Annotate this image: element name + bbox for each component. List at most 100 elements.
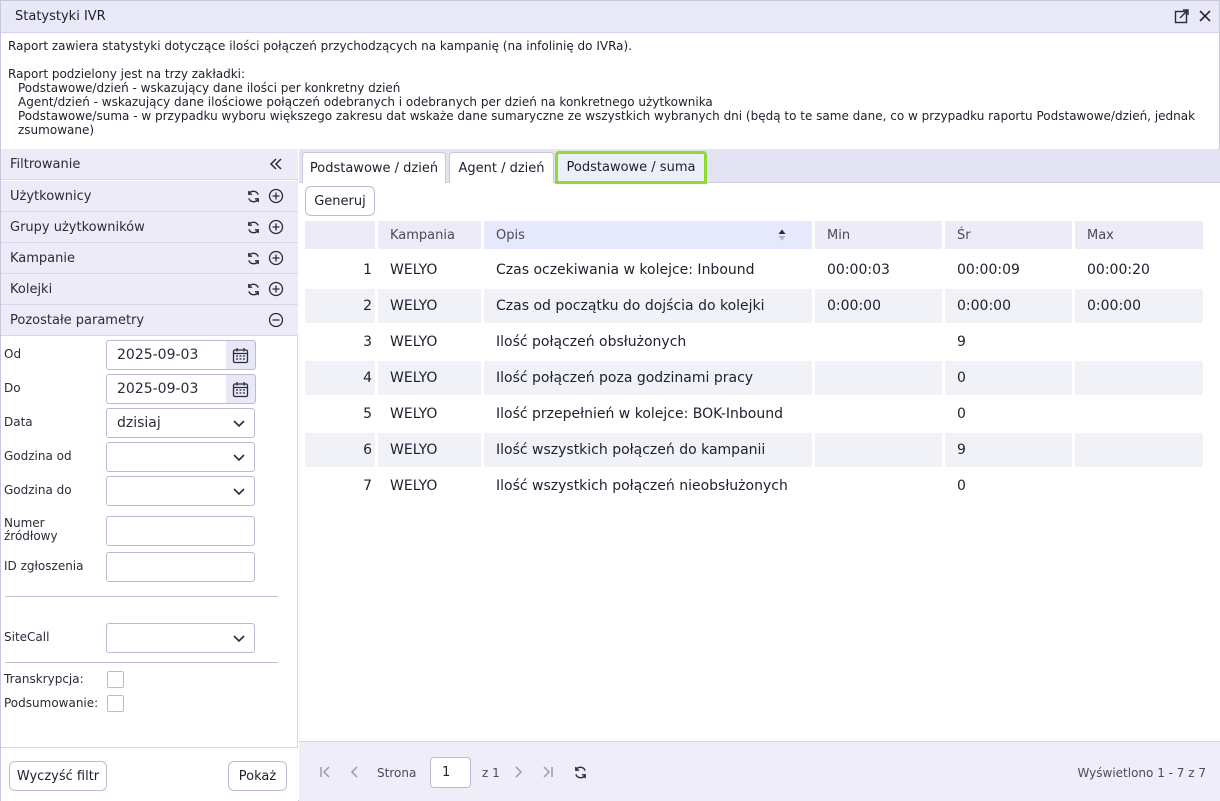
table-row[interactable]: 4 WELYO Ilość połączeń poza godzinami pr…: [305, 361, 1203, 395]
column-header-max[interactable]: Max: [1075, 221, 1203, 249]
add-circle-icon[interactable]: [267, 280, 285, 298]
report-content: Podstawowe / dzień Agent / dzień Podstaw…: [299, 149, 1220, 801]
hour-from-label: Godzina od: [4, 449, 72, 463]
cell-max: [1075, 469, 1203, 503]
section-label: Użytkownicy: [10, 189, 92, 204]
filter-section-queues[interactable]: Kolejki: [1, 274, 298, 305]
date-preset-select[interactable]: dzisiaj: [106, 408, 255, 438]
description-line: Raport podzielony jest na trzy zakładki:: [8, 67, 246, 81]
section-label: Kolejki: [10, 282, 53, 297]
refresh-icon[interactable]: [244, 249, 262, 267]
description-line: Podstawowe/suma - w przypadku wyboru wię…: [18, 109, 1196, 123]
chevron-down-icon: [232, 416, 246, 434]
add-circle-icon[interactable]: [267, 187, 285, 205]
section-label: Grupy użytkowników: [10, 220, 145, 235]
tab-strip: Podstawowe / dzień Agent / dzień Podstaw…: [299, 149, 1220, 184]
refresh-icon[interactable]: [244, 187, 262, 205]
pagination-bar: Strona 1 z 1 Wyświetlono 1 - 7 z 7: [299, 741, 1220, 801]
chevron-down-icon: [232, 450, 246, 468]
filter-header: Filtrowanie: [1, 149, 298, 180]
cell-description: Ilość wszystkich połączeń nieobsłużonych: [496, 478, 788, 494]
cell-index: 3: [363, 334, 372, 350]
divider: [5, 596, 278, 597]
title-bar: Statystyki IVR: [1, 1, 1219, 33]
filter-section-user-groups[interactable]: Grupy użytkowników: [1, 212, 298, 243]
page-number-input[interactable]: 1: [430, 757, 471, 788]
cell-description: Ilość przepełnień w kolejce: BOK-Inbound: [496, 406, 783, 422]
chevron-down-icon: [232, 631, 246, 649]
records-summary: Wyświetlono 1 - 7 z 7: [1077, 766, 1206, 780]
column-header-campaign[interactable]: Kampania: [378, 221, 481, 249]
cell-max: [1075, 397, 1203, 431]
date-to-label: Do: [4, 381, 21, 395]
column-header-min[interactable]: Min: [815, 221, 942, 249]
refresh-icon[interactable]: [244, 280, 262, 298]
divider: [5, 662, 278, 663]
cell-campaign: WELYO: [390, 478, 438, 494]
page-count-label: z 1: [482, 766, 500, 780]
tab-agent-per-day[interactable]: Agent / dzień: [449, 152, 554, 183]
summary-checkbox[interactable]: [107, 695, 124, 712]
first-page-icon[interactable]: [316, 763, 334, 781]
hour-from-select[interactable]: [106, 442, 255, 472]
filter-section-users[interactable]: Użytkownicy: [1, 181, 298, 212]
cell-index: 7: [363, 478, 372, 494]
column-header-description[interactable]: Opis: [484, 221, 812, 249]
date-to-input[interactable]: 2025-09-03: [106, 374, 227, 404]
table-row[interactable]: 5 WELYO Ilość przepełnień w kolejce: BOK…: [305, 397, 1203, 431]
section-label: Pozostałe parametry: [10, 313, 145, 328]
clear-filter-button[interactable]: Wyczyść filtr: [9, 761, 107, 791]
calendar-icon[interactable]: [226, 340, 256, 370]
close-icon[interactable]: [1196, 7, 1214, 25]
filter-section-campaigns[interactable]: Kampanie: [1, 243, 298, 274]
table-row[interactable]: 3 WELYO Ilość połączeń obsłużonych 9: [305, 325, 1203, 359]
page-label: Strona: [377, 766, 417, 780]
report-description: Raport zawiera statystyki dotyczące iloś…: [8, 39, 1208, 137]
refresh-icon[interactable]: [244, 218, 262, 236]
next-page-icon[interactable]: [509, 763, 527, 781]
summary-label: Podsumowanie:: [4, 696, 99, 710]
last-page-icon[interactable]: [539, 763, 557, 781]
cell-index: 4: [305, 361, 375, 395]
cell-min: [815, 361, 942, 395]
column-header-label: Opis: [496, 228, 525, 243]
sitecall-select[interactable]: [106, 623, 255, 653]
cell-avg: 0: [945, 361, 1072, 395]
table-row[interactable]: 7 WELYO Ilość wszystkich połączeń nieobs…: [305, 469, 1203, 503]
collapse-double-chevron-icon[interactable]: [267, 155, 285, 173]
hour-to-label: Godzina do: [4, 483, 72, 497]
ticket-id-input[interactable]: [106, 552, 255, 582]
cell-max: 00:00:20: [1087, 262, 1150, 278]
show-button[interactable]: Pokaż: [228, 761, 287, 791]
table-row[interactable]: 2 WELYO Czas od początku do dojścia do k…: [305, 289, 1203, 323]
hour-to-select[interactable]: [106, 476, 255, 506]
external-link-icon[interactable]: [1173, 7, 1191, 25]
calendar-icon[interactable]: [226, 374, 256, 404]
refresh-icon[interactable]: [571, 763, 589, 781]
transcription-label: Transkrypcja:: [4, 672, 84, 686]
add-circle-icon[interactable]: [267, 218, 285, 236]
cell-index: 1: [363, 262, 372, 278]
description-line: zsumowane): [18, 123, 95, 137]
cell-min: 0:00:00: [815, 289, 942, 323]
column-header-avg[interactable]: Śr: [945, 221, 1072, 249]
source-number-input[interactable]: [106, 516, 255, 546]
table-row[interactable]: 6 WELYO Ilość wszystkich połączeń do kam…: [305, 433, 1203, 467]
transcription-checkbox[interactable]: [107, 671, 124, 688]
table-row[interactable]: 1 WELYO Czas oczekiwania w kolejce: Inbo…: [305, 253, 1203, 287]
collapse-circle-icon[interactable]: [267, 311, 285, 329]
generate-button[interactable]: Generuj: [305, 186, 375, 216]
tab-basic-sum[interactable]: Podstawowe / suma: [555, 151, 707, 184]
filter-section-other-params[interactable]: Pozostałe parametry: [1, 305, 298, 336]
tab-basic-per-day[interactable]: Podstawowe / dzień: [302, 152, 446, 183]
cell-description: Ilość połączeń obsłużonych: [496, 334, 687, 350]
sort-icon: [778, 229, 786, 245]
prev-page-icon[interactable]: [346, 763, 364, 781]
date-to-value: 2025-09-03: [117, 381, 199, 397]
cell-description: Czas od początku do dojścia do kolejki: [484, 289, 812, 323]
date-preset-label: Data: [4, 415, 33, 429]
ivr-statistics-window: Statystyki IVR Raport zawiera statystyki…: [0, 0, 1220, 801]
date-from-input[interactable]: 2025-09-03: [106, 340, 227, 370]
source-number-label-2: źródłowy: [4, 529, 58, 543]
add-circle-icon[interactable]: [267, 249, 285, 267]
